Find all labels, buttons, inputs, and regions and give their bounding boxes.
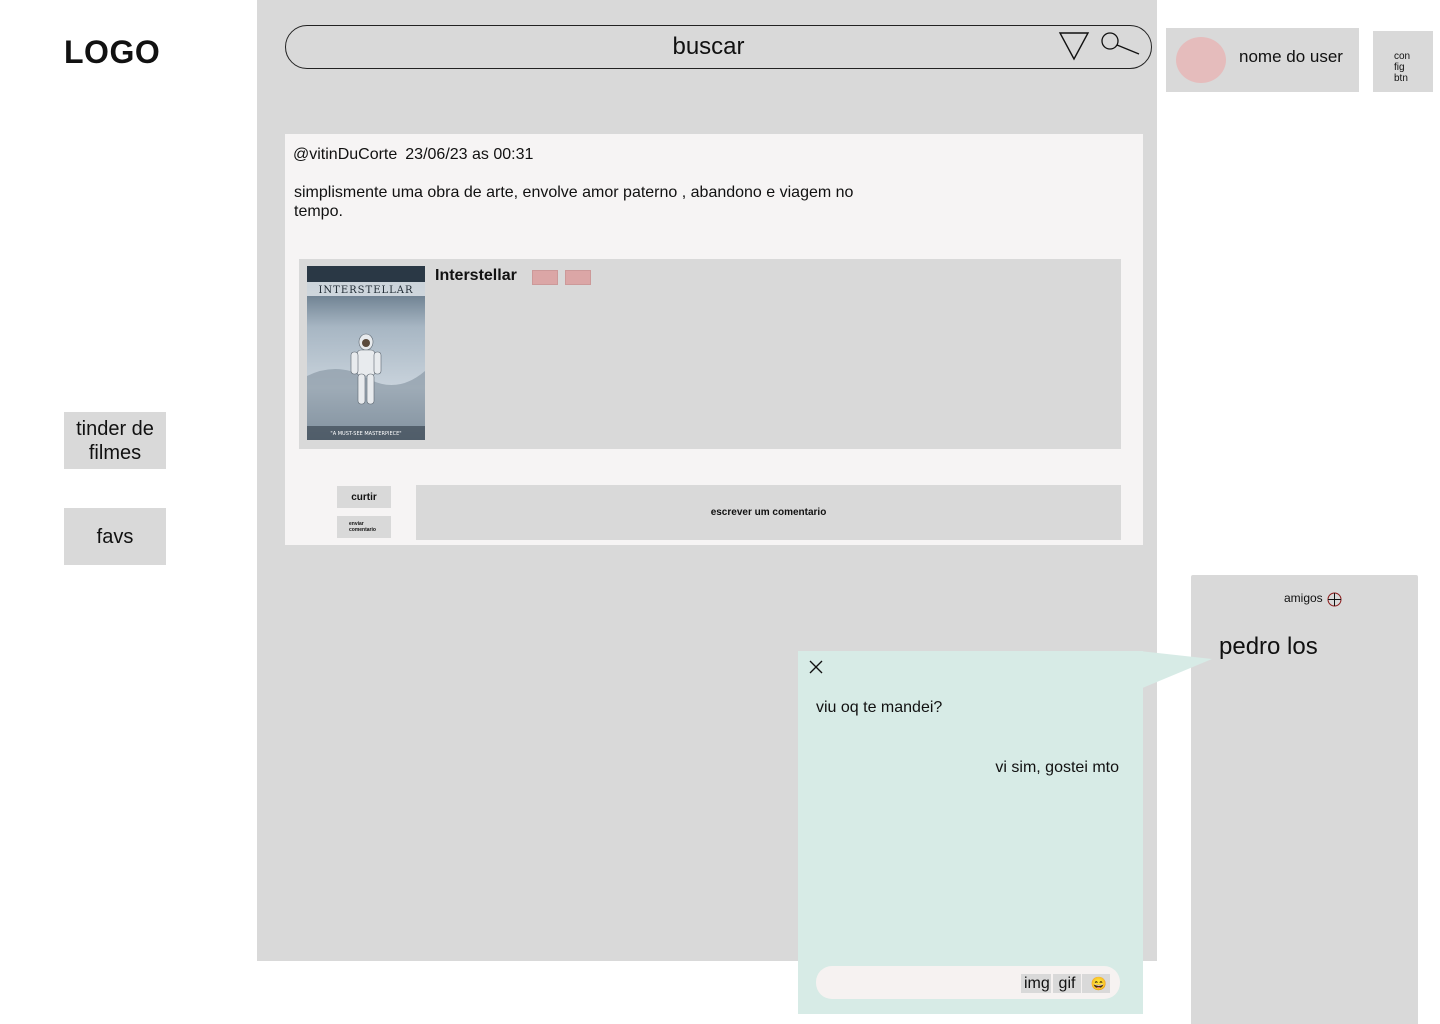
movie-tag[interactable] — [532, 270, 558, 285]
chat-message-received: viu oq te mandei? — [816, 699, 943, 716]
send-comment-button[interactable]: enviar comentario — [337, 516, 391, 538]
poster-tagline: "A MUST-SEE MASTERPIECE" — [330, 431, 401, 437]
search-bar — [285, 25, 1152, 69]
post-author-handle[interactable]: @vitinDuCorte — [293, 146, 397, 163]
friend-item[interactable]: pedro los — [1219, 633, 1318, 661]
post-text: simplismente uma obra de arte, envolve a… — [294, 184, 854, 220]
user-name: nome do user — [1239, 47, 1343, 66]
emoji-icon[interactable]: 😄 — [1082, 974, 1110, 993]
movie-tag[interactable] — [565, 270, 591, 285]
post-card: @vitinDuCorte 23/06/23 as 00:31 simplisme… — [285, 134, 1143, 545]
chat-window: viu oq te mandei? vi sim, gostei mto img… — [798, 651, 1143, 1014]
comment-input[interactable] — [416, 485, 1121, 540]
config-button[interactable]: con fig btn — [1373, 31, 1433, 92]
movie-title[interactable]: Interstellar — [435, 267, 517, 285]
friends-panel: amigos pedro los — [1191, 575, 1418, 1024]
add-friend-icon[interactable] — [1327, 592, 1342, 607]
like-button[interactable]: curtir — [337, 486, 391, 508]
logo[interactable]: LOGO — [64, 34, 160, 71]
chat-input-bar: img gif 😄 — [816, 966, 1120, 999]
chat-img-button[interactable]: img — [1021, 974, 1051, 993]
movie-poster[interactable]: INTERSTELLAR "A MUST-SEE MASTERPIECE" — [307, 266, 425, 440]
friends-title: amigos — [1284, 591, 1323, 605]
chat-gif-button[interactable]: gif — [1053, 974, 1081, 993]
movie-card: INTERSTELLAR "A MUST-SEE MASTERPIECE" In… — [299, 259, 1121, 449]
nav-tinder-de-filmes-button[interactable]: tinder de filmes — [64, 412, 166, 469]
user-profile-card[interactable]: nome do user — [1166, 28, 1359, 92]
search-icon[interactable] — [1100, 30, 1142, 60]
chat-input[interactable] — [828, 970, 1018, 995]
post-meta: @vitinDuCorte 23/06/23 as 00:31 — [293, 146, 533, 164]
close-icon[interactable] — [808, 659, 824, 675]
chat-pointer — [1140, 651, 1212, 689]
filter-icon[interactable] — [1058, 31, 1090, 61]
avatar[interactable] — [1176, 37, 1226, 83]
post-date: 23/06/23 as 00:31 — [405, 146, 534, 163]
config-button-label: con fig btn — [1394, 51, 1411, 84]
search-input[interactable] — [306, 31, 1041, 63]
nav-favs-button[interactable]: favs — [64, 508, 166, 565]
poster-title: INTERSTELLAR — [318, 285, 413, 296]
chat-message-sent: vi sim, gostei mto — [995, 759, 1119, 776]
